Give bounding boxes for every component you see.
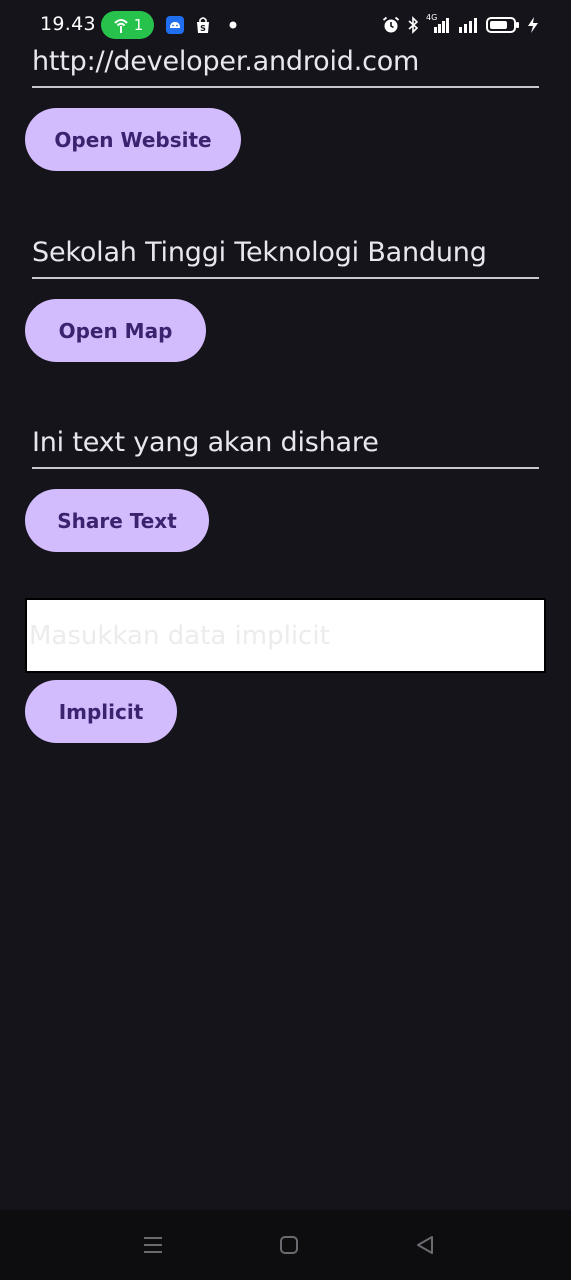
website-url-text: http://developer.android.com [32, 46, 420, 77]
bluetooth-icon [408, 16, 419, 34]
signal-4g-icon: 4G [426, 13, 450, 35]
share-text-field[interactable]: Ini text yang akan dishare [32, 427, 539, 469]
share-text-button[interactable]: Share Text [25, 489, 209, 552]
back-button[interactable] [412, 1232, 438, 1258]
map-location-text: Sekolah Tinggi Teknologi Bandung [32, 237, 487, 268]
status-icons: 4G [382, 13, 539, 36]
navigation-bar [0, 1210, 571, 1280]
back-icon [417, 1236, 433, 1254]
shopping-bag-icon: S [197, 17, 209, 33]
signal-icon [459, 18, 477, 33]
open-map-button[interactable]: Open Map [25, 299, 206, 362]
charging-icon [528, 17, 538, 33]
status-bar: 19.43 1 S 4G [0, 0, 571, 50]
implicit-input-container [25, 598, 546, 673]
menu-icon [144, 1237, 162, 1253]
hotspot-icon [114, 19, 128, 33]
battery-icon [486, 17, 519, 33]
hotspot-count: 1 [133, 16, 144, 34]
dot-icon [229, 21, 237, 29]
alarm-icon [382, 16, 400, 33]
svg-text:S: S [200, 24, 206, 33]
home-button[interactable] [276, 1232, 302, 1258]
website-url-field[interactable]: http://developer.android.com [32, 46, 539, 88]
status-time: 19.43 [40, 13, 96, 35]
map-location-field[interactable]: Sekolah Tinggi Teknologi Bandung [32, 237, 539, 279]
android-icon [166, 16, 184, 34]
open-website-button[interactable]: Open Website [25, 108, 241, 171]
implicit-button[interactable]: Implicit [25, 680, 177, 743]
recent-apps-button[interactable] [140, 1232, 166, 1258]
home-icon [280, 1236, 298, 1254]
hotspot-indicator[interactable]: 1 [101, 11, 154, 39]
implicit-input[interactable] [27, 600, 544, 671]
share-text-value: Ini text yang akan dishare [32, 427, 379, 458]
